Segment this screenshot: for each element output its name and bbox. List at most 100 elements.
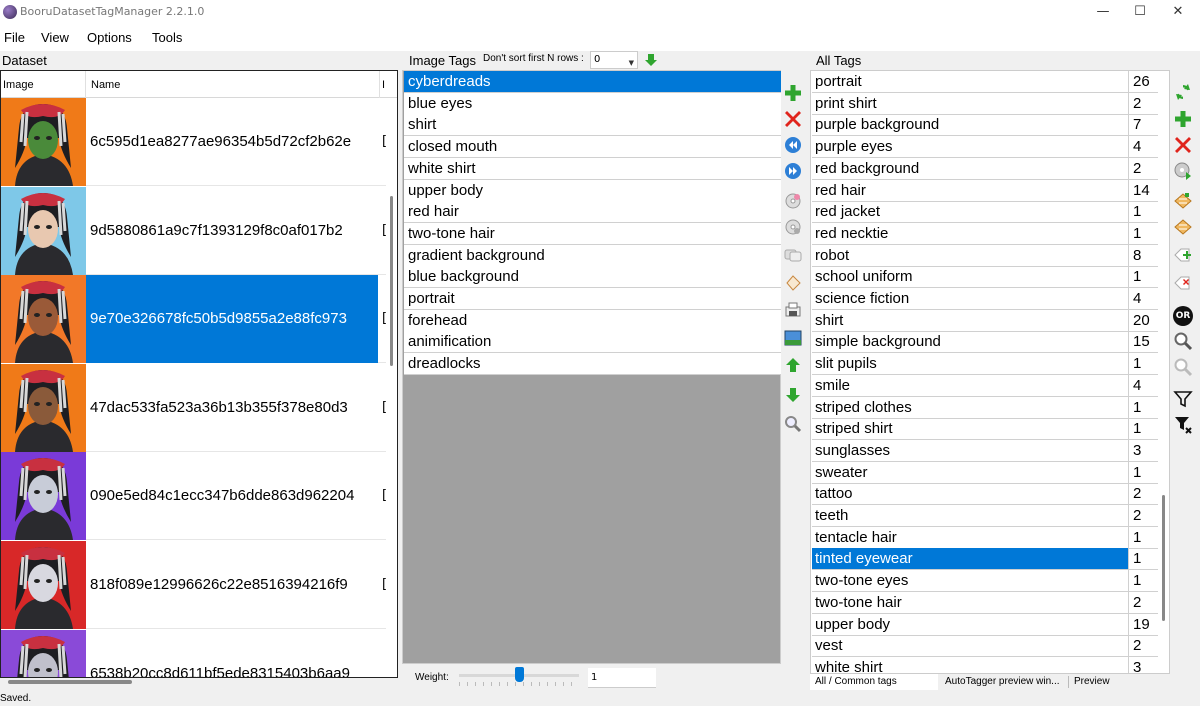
all-tags-row[interactable]: striped shirt 1 [812,418,1158,441]
all-tags-row[interactable]: red necktie 1 [812,222,1158,245]
show-image-icon[interactable] [782,327,804,349]
column-header-image[interactable]: Image [3,79,34,91]
image-name[interactable]: 9e70e326678fc50b5d9855a2e88fc973 [86,275,378,364]
image-thumbnail[interactable] [1,275,86,364]
image-tag-row[interactable]: blue background [404,266,781,289]
image-tag-row[interactable]: forehead [404,309,781,332]
tag-name[interactable]: upper body [812,613,1129,635]
replace-tags-icon[interactable] [782,244,804,266]
or-filter-icon[interactable]: OR [1172,305,1194,327]
all-tags-row[interactable]: portrait 26 [812,71,1158,93]
image-thumbnail[interactable] [1,186,86,275]
menu-tools[interactable]: Tools [152,30,182,45]
dataset-row[interactable]: 818f089e12996626c22e8516394216f9 [ [1,541,387,629]
all-tags-row[interactable]: teeth 2 [812,505,1158,527]
menu-view[interactable]: View [41,30,69,45]
menu-options[interactable]: Options [87,30,132,45]
image-tag-row[interactable]: portrait [404,288,781,310]
all-tags-row[interactable]: tattoo 2 [812,483,1158,506]
tag-name[interactable]: two-tone eyes [812,570,1129,592]
tag-name[interactable]: sunglasses [812,439,1129,461]
all-tags-row[interactable]: two-tone hair 2 [812,591,1158,614]
add-filter-tag-icon[interactable] [1172,244,1194,266]
tab-preview[interactable]: Preview [1069,674,1129,690]
dataset-grid[interactable]: Image Name I 6c595d1ea8277ae96354b5d72cf… [0,70,398,678]
dataset-row[interactable]: 6c595d1ea8277ae96354b5d72cf2b62e [ [1,98,387,186]
all-tags-grid[interactable]: portrait 26 print shirt 2 purple background 7… [810,70,1170,674]
search-next-icon[interactable] [1172,356,1194,378]
dataset-row[interactable]: 9d5880861a9c7f1393129f8c0af017b2[ [1,186,387,275]
find-tag-icon[interactable] [782,413,804,435]
filter-icon[interactable] [1172,388,1194,410]
add-tag-icon[interactable] [782,82,804,104]
image-tag-row[interactable]: closed mouth [404,136,781,159]
tag-name[interactable]: teeth [812,505,1129,526]
all-tags-row[interactable]: sweater 1 [812,461,1158,484]
dataset-row[interactable]: 9e70e326678fc50b5d9855a2e88fc973[ [1,275,387,364]
image-thumbnail[interactable] [1,541,86,629]
image-tag-row[interactable]: animification [404,331,781,354]
all-tags-row[interactable]: simple background 15 [812,331,1158,354]
tab-autotagger-preview[interactable]: AutoTagger preview win... [940,674,1072,690]
all-tags-row[interactable]: slit pupils 1 [812,353,1158,376]
copy-tags-icon[interactable] [782,190,804,212]
tag-name[interactable]: sweater [812,461,1129,483]
tag-name[interactable]: science fiction [812,288,1129,309]
all-tags-row[interactable]: purple eyes 4 [812,136,1158,159]
image-tag-row[interactable]: two-tone hair [404,222,781,245]
image-thumbnail[interactable] [1,452,86,541]
all-tags-row[interactable]: red background 2 [812,157,1158,180]
all-tags-row[interactable]: tinted eyewear 1 [812,548,1158,571]
image-name[interactable]: 090e5ed84c1ecc347b6dde863d962204 [86,452,378,540]
tag-name[interactable]: vest [812,635,1129,657]
move-tag-bottom-icon[interactable] [782,160,804,182]
clear-tags-icon[interactable] [782,272,804,294]
menu-file[interactable]: File [4,30,25,45]
image-tag-row[interactable]: white shirt [404,157,781,180]
image-tag-row[interactable]: dreadlocks [404,353,781,376]
translate-tags-icon[interactable] [782,299,804,321]
dataset-horizontal-scrollbar[interactable] [8,680,132,684]
image-tag-row[interactable]: shirt [404,114,781,137]
tag-name[interactable]: purple background [812,114,1129,136]
tag-name[interactable]: portrait [812,71,1129,92]
dataset-scrollbar-thumb[interactable] [390,196,393,366]
paste-tags-icon[interactable] [782,216,804,238]
tag-name[interactable]: tattoo [812,483,1129,505]
delete-tag-icon[interactable] [1172,134,1194,156]
clear-filter-icon[interactable] [1172,414,1194,436]
all-tags-row[interactable]: science fiction 4 [812,288,1158,310]
image-thumbnail[interactable] [1,629,86,677]
tag-name[interactable]: red necktie [812,222,1129,244]
tag-name[interactable]: striped clothes [812,396,1129,418]
tag-name[interactable]: red jacket [812,201,1129,223]
all-tags-row[interactable]: white shirt 3 [812,656,1158,673]
search-icon[interactable] [1172,330,1194,352]
image-name[interactable]: 9d5880861a9c7f1393129f8c0af017b2 [86,187,378,275]
all-tags-row[interactable]: smile 4 [812,374,1158,397]
sort-rows-input[interactable]: 0 ▼ [590,51,638,69]
tag-name[interactable]: purple eyes [812,136,1129,158]
all-tags-row[interactable]: print shirt 2 [812,92,1158,115]
image-thumbnail[interactable] [1,98,86,186]
tag-name[interactable]: two-tone hair [812,591,1129,613]
tag-name[interactable]: red background [812,157,1129,179]
image-name[interactable]: 6c595d1ea8277ae96354b5d72cf2b62e [86,98,378,186]
image-tag-row[interactable]: red hair [404,201,781,224]
weight-slider-handle[interactable] [515,667,524,682]
dataset-scrollbar-track[interactable] [388,98,397,677]
tag-name[interactable]: smile [812,374,1129,396]
add-tag-icon[interactable] [1172,108,1194,130]
tag-name[interactable]: shirt [812,309,1129,331]
all-tags-row[interactable]: two-tone eyes 1 [812,570,1158,593]
tag-name[interactable]: print shirt [812,92,1129,114]
apply-sort-icon[interactable] [644,52,658,66]
all-tags-row[interactable]: purple background 7 [812,114,1158,137]
tab-all-common-tags[interactable]: All / Common tags [810,674,938,690]
all-tags-row[interactable]: robot 8 [812,244,1158,267]
all-tags-row[interactable]: tentacle hair 1 [812,526,1158,549]
tag-name[interactable]: robot [812,244,1129,266]
weight-input[interactable]: 1 [588,668,656,688]
all-tags-row[interactable]: upper body 19 [812,613,1158,636]
column-header-name[interactable]: Name [91,79,120,91]
